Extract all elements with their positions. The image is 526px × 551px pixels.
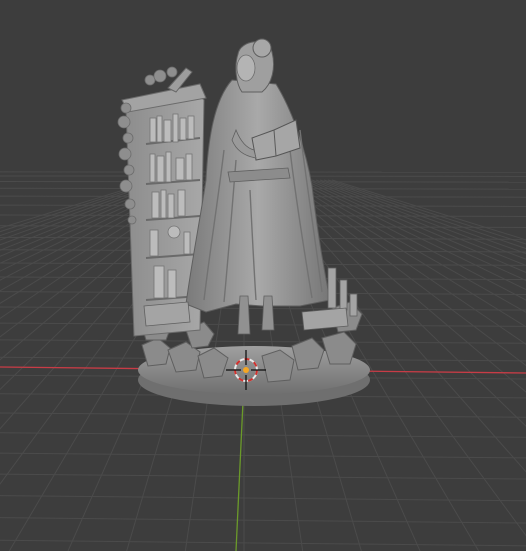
grid-line <box>0 452 526 459</box>
3d-viewport[interactable] <box>0 0 526 551</box>
grid-line <box>0 473 526 480</box>
figurine-model[interactable] <box>117 38 370 406</box>
grid-line <box>0 339 526 344</box>
grid-line <box>0 539 526 547</box>
viewport-canvas[interactable] <box>0 0 526 551</box>
grid-line <box>0 412 526 418</box>
grid-line <box>0 517 526 524</box>
woman-figure <box>185 38 331 335</box>
object-origin-icon[interactable] <box>243 367 249 373</box>
